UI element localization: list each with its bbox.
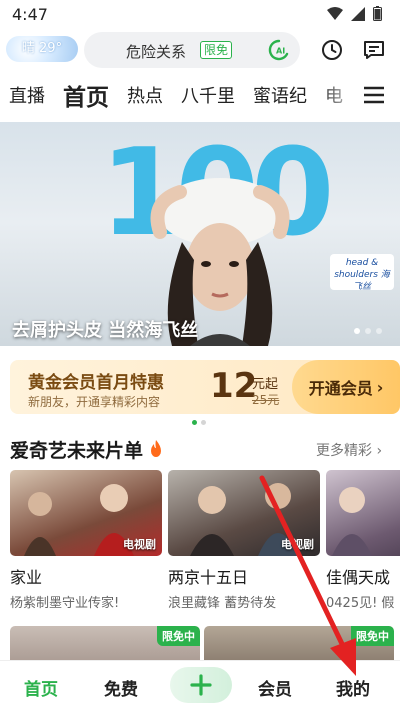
banner-title: 去屑护头皮 当然海飞丝	[12, 320, 199, 341]
vip-title: 黄金会员首月特惠	[28, 373, 164, 393]
card-title: 家业	[10, 568, 43, 587]
bottom-nav-free[interactable]: 免费	[104, 675, 138, 700]
vip-original-price: 25元	[252, 393, 280, 407]
chevron-right-icon: ›	[376, 443, 383, 459]
card-title: 两京十五日	[168, 568, 249, 587]
more-label: 更多精彩	[316, 443, 372, 459]
banner-dot	[376, 328, 382, 334]
banner-dot	[354, 328, 360, 334]
card-title: 佳偶天成	[326, 568, 391, 587]
message-icon[interactable]	[362, 38, 386, 62]
drama-poster: 电视剧	[10, 470, 162, 556]
status-time: 4:47	[12, 5, 48, 24]
card-subtitle: 0425见! 假	[326, 596, 395, 611]
search-bar[interactable]: 危险关系 限免 AI	[84, 32, 300, 68]
battery-icon	[373, 6, 382, 21]
section-more-link[interactable]: 更多精彩 ›	[316, 440, 382, 460]
plus-icon	[190, 674, 212, 696]
drama-poster	[326, 470, 400, 556]
vip-price-unit: 元起	[252, 377, 279, 392]
status-bar: 4:47	[0, 0, 400, 28]
drama-card[interactable]: 佳偶天成 0425见! 假	[326, 470, 400, 611]
tab-home[interactable]: 首页	[54, 78, 118, 112]
hero-banner[interactable]: 100 head & shoulders 海飞丝	[0, 122, 400, 346]
drama-poster-row2[interactable]: 限免中	[10, 626, 200, 664]
vip-dot	[192, 420, 197, 425]
menu-icon[interactable]	[362, 83, 386, 107]
open-vip-button[interactable]: 开通会员 ›	[292, 360, 400, 414]
bottom-nav-home[interactable]: 首页	[24, 675, 58, 700]
vip-subtitle: 新朋友，开通享精彩内容	[28, 395, 161, 409]
drama-poster: 电视剧	[168, 470, 320, 556]
tab-live[interactable]: 直播	[0, 82, 54, 108]
vip-price: 12	[210, 366, 258, 406]
fire-icon	[151, 440, 161, 457]
brand-logo: head & shoulders 海飞丝	[330, 254, 394, 292]
search-free-badge: 限免	[200, 41, 233, 59]
drama-card[interactable]: 电视剧 两京十五日 浪里藏锋 蓄势待发	[168, 470, 320, 611]
bottom-nav-mine[interactable]: 我的	[336, 675, 370, 700]
ai-search-icon[interactable]: AI	[268, 39, 290, 61]
vip-dot	[201, 420, 206, 425]
signal-icon	[351, 6, 365, 21]
banner-pagination	[354, 328, 382, 334]
tab-baqianli[interactable]: 八千里	[172, 82, 244, 108]
vip-pagination	[192, 420, 206, 425]
bottom-navigation: 首页 免费 会员 我的	[0, 660, 400, 711]
history-icon[interactable]	[320, 38, 344, 62]
drama-card[interactable]: 电视剧 家业 杨紫制墨守业传家!	[10, 470, 162, 611]
banner-dot	[365, 328, 371, 334]
free-badge: 限免中	[351, 626, 394, 646]
open-vip-label: 开通会员	[308, 379, 373, 398]
tab-hot[interactable]: 热点	[118, 82, 172, 108]
bottom-nav-vip[interactable]: 会员	[258, 675, 292, 700]
search-input[interactable]: 危险关系	[126, 41, 186, 62]
wifi-icon	[327, 6, 343, 20]
create-button[interactable]	[170, 667, 232, 703]
poster-art	[332, 487, 372, 556]
weather-chip[interactable]: 晴 29°	[6, 36, 78, 62]
free-badge: 限免中	[157, 626, 200, 646]
card-subtitle: 杨紫制墨守业传家!	[10, 596, 120, 611]
section-title: 爱奇艺未来片单	[10, 440, 144, 462]
chevron-right-icon: ›	[376, 377, 384, 397]
poster-tag: 电视剧	[123, 538, 156, 551]
poster-tag: 电视剧	[281, 538, 314, 551]
svg-text:AI: AI	[276, 47, 285, 56]
status-icons	[327, 6, 382, 21]
tab-miyuji[interactable]: 蜜语纪	[244, 82, 316, 108]
card-subtitle: 浪里藏锋 蓄势待发	[168, 596, 277, 611]
drama-poster-row2[interactable]: 限免中	[204, 626, 394, 664]
tabs-fade	[318, 76, 362, 114]
vip-promo-card[interactable]: 黄金会员首月特惠 新朋友，开通享精彩内容 12 元起 25元 开通会员 ›	[10, 360, 400, 414]
